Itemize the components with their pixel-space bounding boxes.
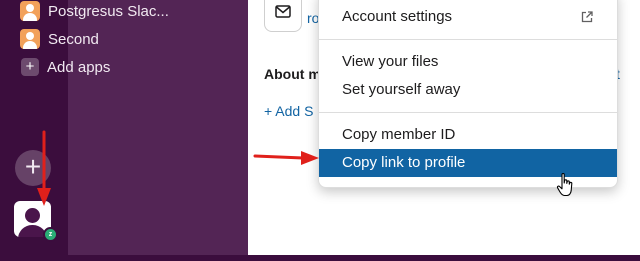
- sidebar-item-postgresus[interactable]: Postgresus Slac...: [20, 0, 169, 23]
- menu-item-copy-member-id[interactable]: Copy member ID: [319, 121, 617, 149]
- external-link-icon: [581, 11, 593, 23]
- user-avatar-icon: [20, 29, 40, 49]
- window-bottom-edge: [0, 255, 640, 261]
- add-section-link[interactable]: + Add S: [264, 103, 313, 119]
- envelope-icon: [275, 5, 291, 18]
- sidebar-item-label: Add apps: [47, 58, 111, 76]
- sidebar-item-label: Postgresus Slac...: [48, 2, 169, 20]
- menu-divider: [319, 112, 617, 113]
- menu-item-view-files[interactable]: View your files: [319, 48, 617, 76]
- plus-icon: +: [21, 58, 39, 76]
- hand-cursor-icon: [556, 173, 573, 197]
- menu-item-account-settings[interactable]: Account settings: [319, 3, 617, 31]
- sidebar-item-add-apps[interactable]: + Add apps: [20, 55, 110, 79]
- profile-menu: Account settings View your files Set you…: [318, 0, 618, 188]
- sidebar-item-label: Second: [48, 30, 99, 48]
- sidebar-item-second[interactable]: Second: [20, 27, 99, 51]
- status-away-icon: z: [43, 227, 58, 242]
- about-heading: About m: [264, 66, 321, 82]
- annotation-arrow-right: [253, 151, 319, 165]
- menu-divider: [319, 39, 617, 40]
- user-avatar-icon: [20, 1, 40, 21]
- avatar-head: [25, 208, 40, 223]
- annotation-arrow-down: [37, 130, 51, 206]
- menu-item-label: Account settings: [342, 8, 453, 25]
- message-button[interactable]: [264, 0, 302, 32]
- menu-item-set-away[interactable]: Set yourself away: [319, 76, 617, 104]
